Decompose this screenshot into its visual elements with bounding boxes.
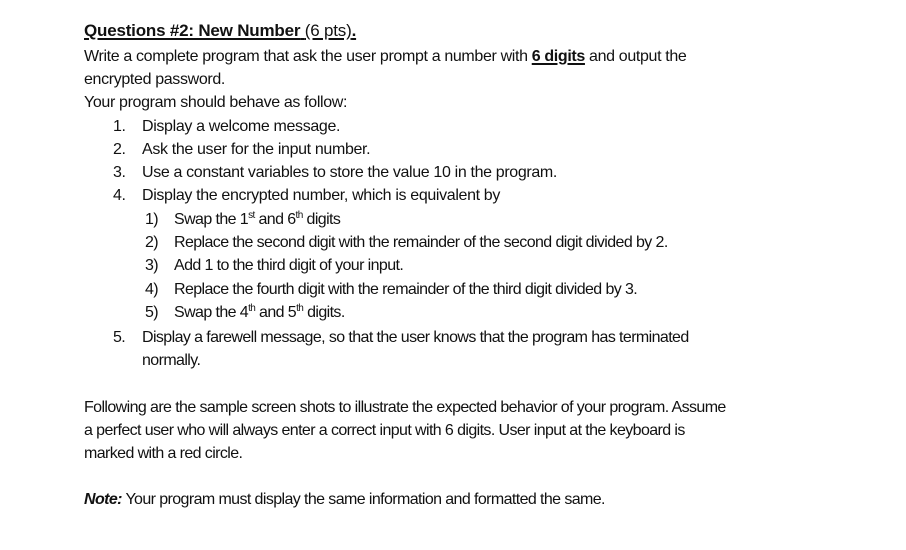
list-item: 1. Display a welcome message. [113, 117, 340, 137]
substep-text: Add 1 to the third digit of your input. [174, 257, 404, 274]
substep-text-post: digits [302, 211, 341, 228]
list-item: 3. Use a constant variables to store the… [113, 163, 557, 183]
list-item: 1) Swap the 1st and 6th digits [145, 210, 341, 230]
note-label: Note: [84, 491, 122, 508]
intro-text-post: and output the [584, 48, 687, 65]
step-text: Ask the user for the input number. [142, 141, 371, 158]
substep-text: Replace the second digit with the remain… [174, 234, 668, 251]
substep-text-pre: Swap the 4 [174, 304, 249, 321]
step-number: 5. [113, 329, 126, 346]
substep-text: Replace the fourth digit with the remain… [174, 281, 638, 298]
substep-text: Swap the 1st and 6th digits [174, 210, 341, 230]
substep-text-mid: and 6 [254, 211, 297, 228]
step-text: Display a farewell message, so that the … [142, 329, 689, 346]
list-item: 2) Replace the second digit with the rem… [145, 233, 668, 253]
paragraph-line-1: Following are the sample screen shots to… [84, 399, 726, 416]
step-number: 2. [113, 141, 126, 158]
title-period: . [351, 21, 357, 40]
step-5-continuation: normally. [142, 352, 201, 369]
step-number: 3. [113, 164, 126, 181]
list-item-step-5: 5. Display a farewell message, so that t… [113, 328, 689, 348]
question-title: Questions #2: New Number (6 pts). [84, 21, 356, 41]
substep-text: Swap the 4th and 5th digits. [174, 303, 345, 323]
step-number: 1. [113, 118, 126, 135]
note: Note: Your program must display the same… [84, 490, 606, 510]
substep-number: 1) [145, 211, 159, 228]
ordinal-suffix: st [248, 210, 255, 221]
substep-number: 3) [145, 257, 159, 274]
step-text: Display a welcome message. [142, 118, 341, 135]
ordinal-suffix: th [295, 210, 304, 221]
title-main: Questions #2: New Number [84, 21, 301, 40]
substep-text-mid: and 5 [255, 304, 297, 321]
substep-number: 2) [145, 234, 159, 251]
substep-text-pre: Swap the 1 [174, 211, 249, 228]
intro-line-1: Write a complete program that ask the us… [84, 47, 687, 67]
list-item: 5) Swap the 4th and 5th digits. [145, 303, 345, 323]
intro-line-3: Your program should behave as follow: [84, 94, 348, 111]
substep-text-post: digits. [303, 304, 345, 321]
paragraph-line-2: a perfect user who will always enter a c… [84, 422, 685, 439]
intro-text: Write a complete program that ask the us… [84, 48, 532, 65]
paragraph-line-3: marked with a red circle. [84, 445, 243, 462]
list-item: 2. Ask the user for the input number. [113, 140, 371, 160]
list-item: 4) Replace the fourth digit with the rem… [145, 280, 638, 300]
step-text: Use a constant variables to store the va… [142, 164, 557, 181]
list-item: 3) Add 1 to the third digit of your inpu… [145, 256, 404, 276]
intro-line-2: encrypted password. [84, 71, 225, 88]
step-number: 4. [113, 187, 126, 204]
substep-number: 4) [145, 281, 159, 298]
step-text: Display the encrypted number, which is e… [142, 187, 501, 204]
note-text: Your program must display the same infor… [121, 491, 605, 508]
six-digits-emphasis: 6 digits [531, 48, 586, 65]
substep-number: 5) [145, 304, 159, 321]
title-points: (6 pts) [304, 21, 352, 40]
list-item: 4. Display the encrypted number, which i… [113, 186, 500, 206]
